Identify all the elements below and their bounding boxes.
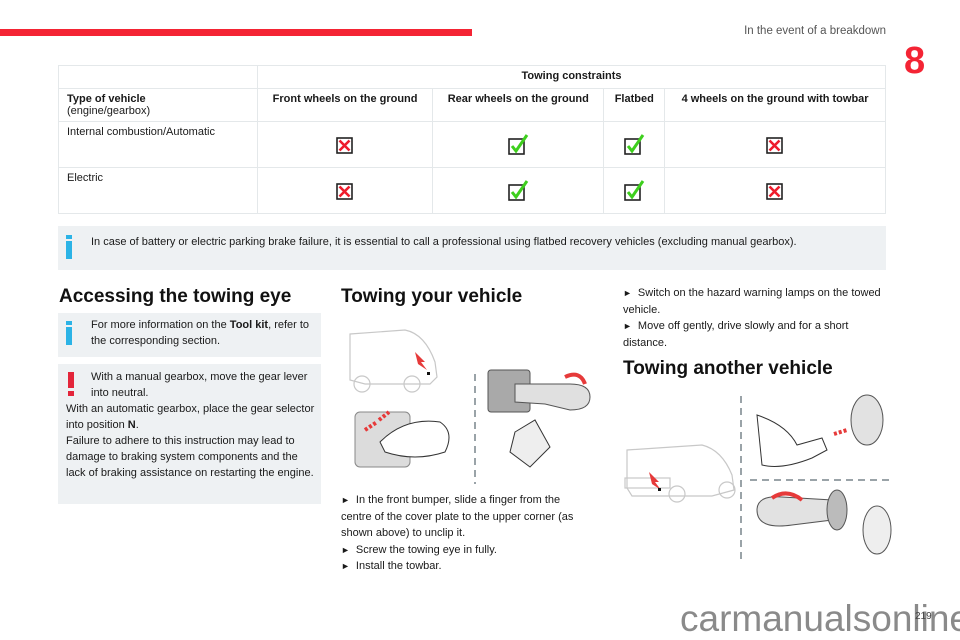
green-check-icon xyxy=(624,180,645,201)
red-cross-icon xyxy=(336,137,353,154)
battery-failure-text: In case of battery or electric parking b… xyxy=(91,236,797,248)
tool-kit-link-text: Tool kit xyxy=(229,319,269,331)
towing-steps-continued: ► Switch on the hazard warning lamps on t… xyxy=(623,285,888,351)
bullet-arrow-icon: ► xyxy=(623,288,632,298)
col-header-4-wheels-towbar: 4 wheels on the ground with towbar xyxy=(664,88,886,122)
type-subheader-label: (engine/gearbox) xyxy=(67,105,151,117)
table-corner-cell xyxy=(58,65,258,89)
towing-eye-icon xyxy=(756,496,833,527)
type-of-vehicle-header: Type of vehicle (engine/gearbox) xyxy=(58,88,258,122)
warning-line-automatic: With an automatic gearbox, place the gea… xyxy=(66,403,315,431)
chapter-accent-bar xyxy=(0,29,472,36)
van-rear-outline-icon xyxy=(624,444,736,503)
step: ► Switch on the hazard warning lamps on t… xyxy=(623,287,881,316)
page-number: 219 xyxy=(915,611,932,622)
towing-constraints-table: Towing constraints Type of vehicle (engi… xyxy=(58,65,886,214)
red-cross-icon xyxy=(766,183,783,200)
chapter-number: 8 xyxy=(904,40,926,82)
running-header: In the event of a breakdown xyxy=(744,25,886,37)
section-title-towing-your-vehicle: Towing your vehicle xyxy=(341,286,523,307)
row-label: Electric xyxy=(58,167,258,214)
bullet-arrow-icon: ► xyxy=(341,544,350,555)
green-check-icon xyxy=(508,134,529,155)
warning-line-consequence: Failure to adhere to this instruction ma… xyxy=(66,435,314,479)
green-check-icon xyxy=(624,134,645,155)
table-row: Internal combustion/Automatic xyxy=(58,121,886,168)
bullet-arrow-icon: ► xyxy=(623,321,632,331)
info-icon xyxy=(66,321,72,345)
col-header-rear-wheels: Rear wheels on the ground xyxy=(432,88,605,122)
green-check-icon xyxy=(508,180,529,201)
bullet-arrow-icon: ► xyxy=(341,495,350,505)
red-pointer-arrow-icon xyxy=(649,472,661,490)
towing-your-vehicle-illustration xyxy=(349,329,591,484)
type-header-label: Type of vehicle xyxy=(67,93,146,105)
gearbox-warning-notice: With a manual gearbox, move the gear lev… xyxy=(58,364,321,504)
row-label: Internal combustion/Automatic xyxy=(58,121,258,168)
bullet-arrow-icon: ► xyxy=(341,561,350,571)
red-pointer-arrow-icon xyxy=(415,352,427,370)
table-row: Electric xyxy=(58,167,886,214)
rotate-arrow-icon xyxy=(564,372,587,385)
step: ► Screw the towing eye in fully. xyxy=(341,543,497,556)
section-title-towing-another-vehicle: Towing another vehicle xyxy=(623,358,833,379)
hand-with-tool-icon xyxy=(756,414,828,467)
warning-line-manual: With a manual gearbox, move the gear lev… xyxy=(91,371,308,399)
towing-another-vehicle-illustration xyxy=(624,394,892,560)
battery-failure-notice: In case of battery or electric parking b… xyxy=(58,226,886,270)
section-title-accessing-towing-eye: Accessing the towing eye xyxy=(59,286,292,307)
cover-cap-icon xyxy=(509,419,551,468)
red-cross-icon xyxy=(336,183,353,200)
info-icon xyxy=(66,235,72,259)
towing-your-vehicle-steps: ► In the front bumper, slide a finger fro… xyxy=(341,492,591,575)
red-cross-icon xyxy=(766,137,783,154)
cover-cap-icon xyxy=(850,394,884,446)
col-header-flatbed: Flatbed xyxy=(603,88,666,122)
step: ► In the front bumper, slide a finger fro… xyxy=(341,494,574,539)
table-group-header: Towing constraints xyxy=(257,65,886,89)
step: ► Move off gently, drive slowly and for a… xyxy=(623,320,849,349)
tool-kit-notice: For more information on the Tool kit, re… xyxy=(58,313,321,357)
col-header-front-wheels: Front wheels on the ground xyxy=(256,88,434,122)
step: ► Install the towbar. xyxy=(341,560,442,572)
